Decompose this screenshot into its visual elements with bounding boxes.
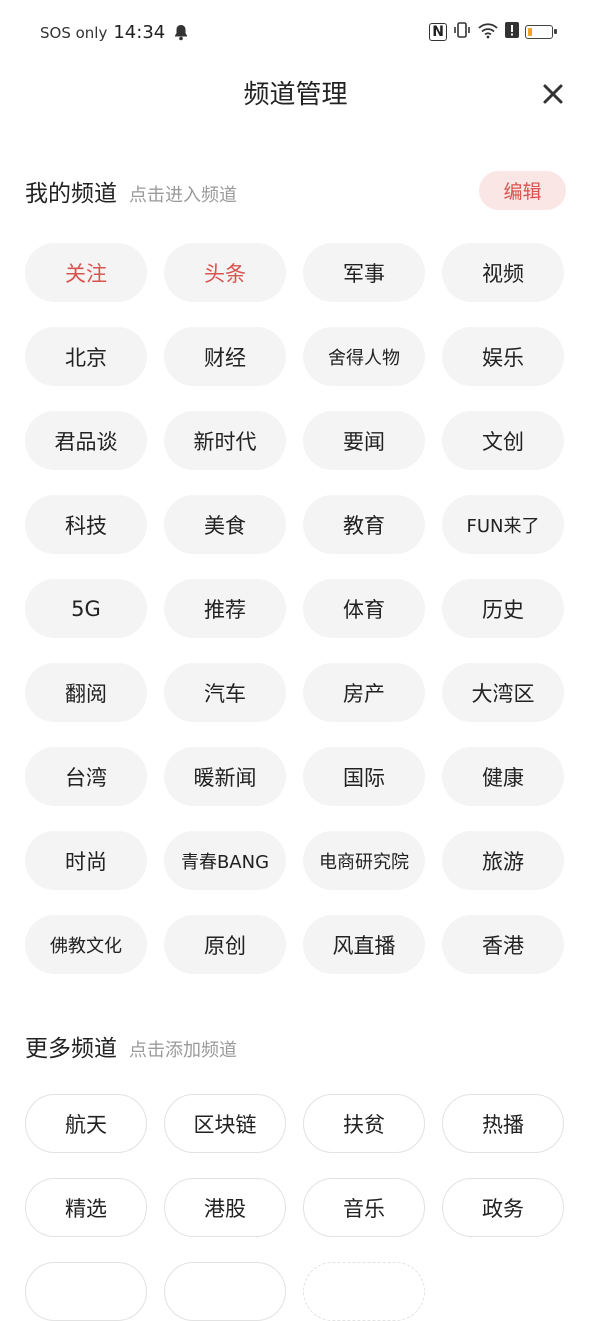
my-channels-header: 我的频道 点击进入频道 [25, 174, 237, 208]
edit-button[interactable]: 编辑 [479, 171, 566, 210]
bell-icon [173, 24, 189, 41]
battery-icon [525, 25, 557, 39]
close-button[interactable] [535, 76, 571, 112]
my-channel-chip[interactable]: 美食 [164, 495, 286, 554]
my-channel-chip[interactable]: 体育 [303, 579, 425, 638]
my-channels-title: 我的频道 [25, 181, 117, 207]
my-channel-chip[interactable]: 青春BANG [164, 831, 286, 890]
my-channels-grid: 关注 头条 军事 视频北京 财经 舍得人物 娱乐君品谈 新时代 要闻 文创科技 美食 教育 FUN来了 5… [25, 243, 566, 974]
my-channel-chip[interactable]: 健康 [442, 747, 564, 806]
my-channel-chip[interactable]: 大湾区 [442, 663, 564, 722]
clock: 14:34 [113, 22, 166, 43]
my-channel-chip[interactable]: 视频 [442, 243, 564, 302]
my-channel-chip[interactable]: FUN来了 [442, 495, 564, 554]
my-channel-chip[interactable]: 君品谈 [25, 411, 147, 470]
more-channel-chip[interactable]: 热播 [442, 1094, 564, 1153]
my-channel-chip[interactable]: 香港 [442, 915, 564, 974]
more-channels-grid: 航天 区块链 扶贫 热播精选 港股 音乐 政务 [25, 1094, 566, 1321]
status-bar: SOS only 14:34 N [0, 0, 591, 66]
more-channel-chip[interactable]: 港股 [164, 1178, 286, 1237]
my-channel-chip[interactable]: 教育 [303, 495, 425, 554]
close-icon [543, 84, 563, 104]
nfc-icon: N [429, 23, 447, 41]
my-channel-chip[interactable]: 科技 [25, 495, 147, 554]
my-channel-chip[interactable]: 房产 [303, 663, 425, 722]
status-left: SOS only 14:34 [40, 22, 189, 43]
my-channel-chip[interactable]: 原创 [164, 915, 286, 974]
my-channel-chip[interactable]: 关注 [25, 243, 147, 302]
my-channel-chip[interactable]: 风直播 [303, 915, 425, 974]
more-channel-chip-partial[interactable] [303, 1262, 425, 1321]
my-channel-chip[interactable]: 舍得人物 [303, 327, 425, 386]
alert-icon [505, 21, 519, 43]
my-channel-chip[interactable]: 娱乐 [442, 327, 564, 386]
my-channel-chip[interactable]: 北京 [25, 327, 147, 386]
my-channel-chip[interactable]: 推荐 [164, 579, 286, 638]
more-channel-chip[interactable]: 航天 [25, 1094, 147, 1153]
my-channel-chip[interactable]: 新时代 [164, 411, 286, 470]
my-channel-chip[interactable]: 台湾 [25, 747, 147, 806]
my-channel-chip[interactable]: 时尚 [25, 831, 147, 890]
header: 频道管理 [0, 66, 591, 122]
my-channel-chip[interactable]: 国际 [303, 747, 425, 806]
page-title: 频道管理 [243, 80, 348, 110]
my-channel-chip[interactable]: 5G [25, 579, 147, 638]
more-channel-chip[interactable]: 精选 [25, 1178, 147, 1237]
my-channel-chip[interactable]: 旅游 [442, 831, 564, 890]
more-channels-title: 更多频道 [25, 1036, 117, 1062]
battery-level [528, 28, 532, 36]
vibrate-icon [453, 21, 471, 43]
my-channel-chip[interactable]: 佛教文化 [25, 915, 147, 974]
network-status: SOS only [40, 23, 108, 42]
my-channel-chip[interactable]: 头条 [164, 243, 286, 302]
more-channels-hint: 点击添加频道 [129, 1040, 237, 1061]
more-channel-chip[interactable]: 区块链 [164, 1094, 286, 1153]
more-channel-chip-partial[interactable] [25, 1262, 147, 1321]
more-channel-chip[interactable]: 政务 [442, 1178, 564, 1237]
more-channel-chip-partial[interactable] [164, 1262, 286, 1321]
my-channel-chip[interactable]: 要闻 [303, 411, 425, 470]
my-channel-chip[interactable]: 暖新闻 [164, 747, 286, 806]
my-channel-chip[interactable]: 文创 [442, 411, 564, 470]
wifi-icon [477, 21, 499, 43]
my-channels-hint: 点击进入频道 [129, 185, 237, 206]
my-channel-chip[interactable]: 电商研究院 [303, 831, 425, 890]
more-channel-chip[interactable]: 音乐 [303, 1178, 425, 1237]
my-channel-chip[interactable]: 历史 [442, 579, 564, 638]
more-channel-chip[interactable]: 扶贫 [303, 1094, 425, 1153]
my-channel-chip[interactable]: 财经 [164, 327, 286, 386]
my-channel-chip[interactable]: 翻阅 [25, 663, 147, 722]
more-channels-header: 更多频道 点击添加频道 [25, 1029, 237, 1063]
my-channel-chip[interactable]: 汽车 [164, 663, 286, 722]
status-right: N [429, 21, 557, 43]
my-channel-chip[interactable]: 军事 [303, 243, 425, 302]
